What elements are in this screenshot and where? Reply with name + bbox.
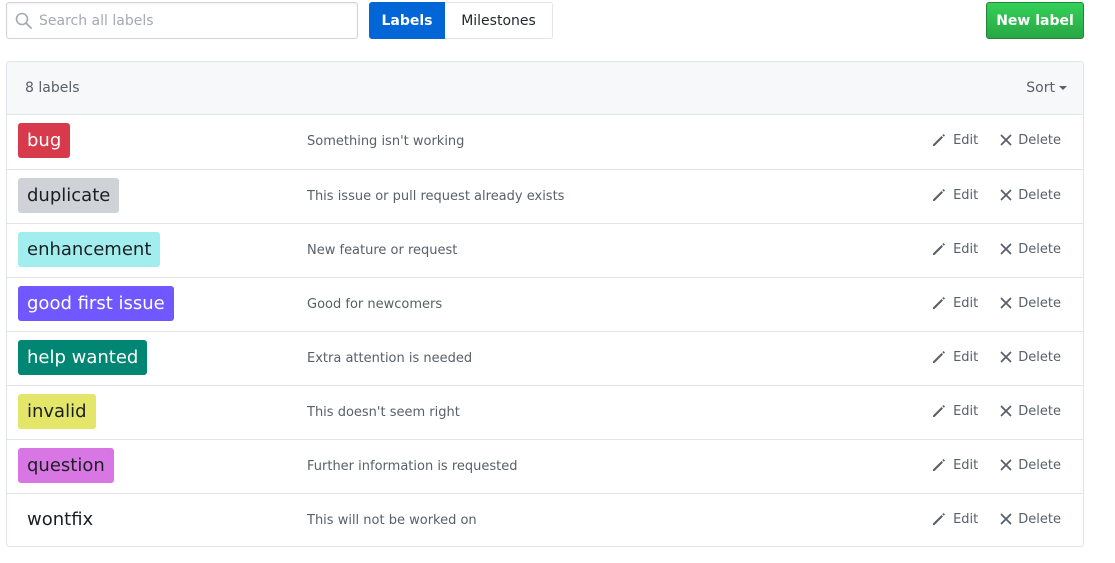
pencil-icon	[933, 189, 946, 201]
edit-label-button[interactable]: Edit	[931, 132, 978, 148]
pencil-icon	[933, 351, 946, 363]
label-description: This will not be worked on	[307, 513, 477, 528]
label-badge[interactable]: invalid	[18, 394, 96, 429]
pencil-icon	[933, 134, 946, 146]
label-row: invalid This doesn't seem right Edit Delete	[7, 385, 1083, 439]
new-label-button[interactable]: New label	[986, 2, 1084, 39]
delete-label-button[interactable]: Delete	[1000, 404, 1061, 419]
label-description: Something isn't working	[307, 134, 465, 149]
label-badge[interactable]: question	[18, 448, 114, 483]
x-icon	[1000, 351, 1012, 363]
delete-label-button[interactable]: Delete	[1000, 512, 1061, 527]
labels-milestones-switch: Labels Milestones	[369, 2, 553, 39]
label-badge[interactable]: help wanted	[18, 340, 148, 375]
edit-label: Edit	[953, 187, 979, 203]
label-row: good first issue Good for newcomers Edit De…	[7, 277, 1083, 331]
x-icon	[1000, 189, 1012, 201]
x-icon	[1000, 297, 1012, 309]
label-actions: Edit Delete	[931, 241, 1061, 257]
label-badge[interactable]: enhancement	[18, 232, 161, 267]
label-description: This doesn't seem right	[307, 405, 460, 420]
x-icon	[1000, 405, 1012, 417]
edit-label-button[interactable]: Edit	[931, 241, 978, 257]
delete-label-button[interactable]: Delete	[1000, 296, 1061, 311]
delete-label: Delete	[1018, 511, 1061, 527]
labels-list: 8 labels Sort bug Something isn't working…	[6, 61, 1084, 547]
edit-label-button[interactable]: Edit	[931, 403, 978, 419]
delete-label: Delete	[1018, 187, 1061, 203]
search-icon	[15, 12, 33, 30]
label-description: Good for newcomers	[307, 297, 443, 312]
delete-label: Delete	[1018, 457, 1061, 473]
search-box[interactable]	[6, 2, 358, 39]
label-actions: Edit Delete	[931, 403, 1061, 419]
label-row: wontfix This will not be worked on Edit Del…	[7, 493, 1083, 546]
label-description: Extra attention is needed	[307, 351, 473, 366]
search-input[interactable]	[39, 3, 349, 38]
label-badge[interactable]: wontfix	[18, 502, 103, 537]
label-badge[interactable]: duplicate	[18, 178, 120, 213]
delete-label-button[interactable]: Delete	[1000, 188, 1061, 203]
label-badge[interactable]: good first issue	[18, 286, 174, 321]
x-icon	[1000, 513, 1012, 525]
edit-label: Edit	[953, 132, 979, 148]
edit-label-button[interactable]: Edit	[931, 187, 978, 203]
label-row: help wanted Extra attention is needed Edit…	[7, 331, 1083, 385]
label-row: bug Something isn't working Edit Delete	[7, 115, 1083, 169]
label-actions: Edit Delete	[931, 187, 1061, 203]
label-description: This issue or pull request already exist…	[307, 189, 565, 204]
x-icon	[1000, 459, 1012, 471]
pencil-icon	[933, 243, 946, 255]
labels-rows: bug Something isn't working Edit Delete dupl…	[7, 115, 1083, 546]
sort-dropdown[interactable]: Sort	[1026, 80, 1067, 96]
label-row: duplicate This issue or pull request alre…	[7, 169, 1083, 223]
label-actions: Edit Delete	[931, 511, 1061, 527]
edit-label-button[interactable]: Edit	[931, 349, 978, 365]
x-icon	[1000, 134, 1012, 146]
delete-label: Delete	[1018, 349, 1061, 365]
delete-label-button[interactable]: Delete	[1000, 242, 1061, 257]
delete-label-button[interactable]: Delete	[1000, 350, 1061, 365]
delete-label-button[interactable]: Delete	[1000, 133, 1061, 148]
edit-label-button[interactable]: Edit	[931, 511, 978, 527]
edit-label: Edit	[953, 349, 979, 365]
edit-label: Edit	[953, 403, 979, 419]
label-actions: Edit Delete	[931, 295, 1061, 311]
delete-label: Delete	[1018, 132, 1061, 148]
delete-label: Delete	[1018, 295, 1061, 311]
pencil-icon	[933, 513, 946, 525]
labels-count: 8 labels	[25, 80, 80, 96]
label-badge[interactable]: bug	[18, 123, 71, 158]
label-description: Further information is requested	[307, 459, 518, 474]
label-actions: Edit Delete	[931, 132, 1061, 148]
label-row: question Further information is requested…	[7, 439, 1083, 493]
label-actions: Edit Delete	[931, 349, 1061, 365]
label-row: enhancement New feature or request Edit Del…	[7, 223, 1083, 277]
tab-labels[interactable]: Labels	[369, 2, 445, 39]
sort-label: Sort	[1026, 80, 1055, 96]
caret-down-icon	[1059, 86, 1067, 90]
tab-milestones[interactable]: Milestones	[445, 2, 553, 39]
pencil-icon	[933, 297, 946, 309]
labels-toolbar: Labels Milestones New label	[0, 0, 1115, 44]
delete-label-button[interactable]: Delete	[1000, 458, 1061, 473]
edit-label: Edit	[953, 511, 979, 527]
x-icon	[1000, 243, 1012, 255]
edit-label-button[interactable]: Edit	[931, 457, 978, 473]
delete-label: Delete	[1018, 241, 1061, 257]
labels-list-header: 8 labels Sort	[7, 62, 1083, 115]
label-description: New feature or request	[307, 243, 458, 258]
pencil-icon	[933, 405, 946, 417]
edit-label: Edit	[953, 295, 979, 311]
delete-label: Delete	[1018, 403, 1061, 419]
edit-label-button[interactable]: Edit	[931, 295, 978, 311]
label-actions: Edit Delete	[931, 457, 1061, 473]
pencil-icon	[933, 459, 946, 471]
edit-label: Edit	[953, 457, 979, 473]
edit-label: Edit	[953, 241, 979, 257]
